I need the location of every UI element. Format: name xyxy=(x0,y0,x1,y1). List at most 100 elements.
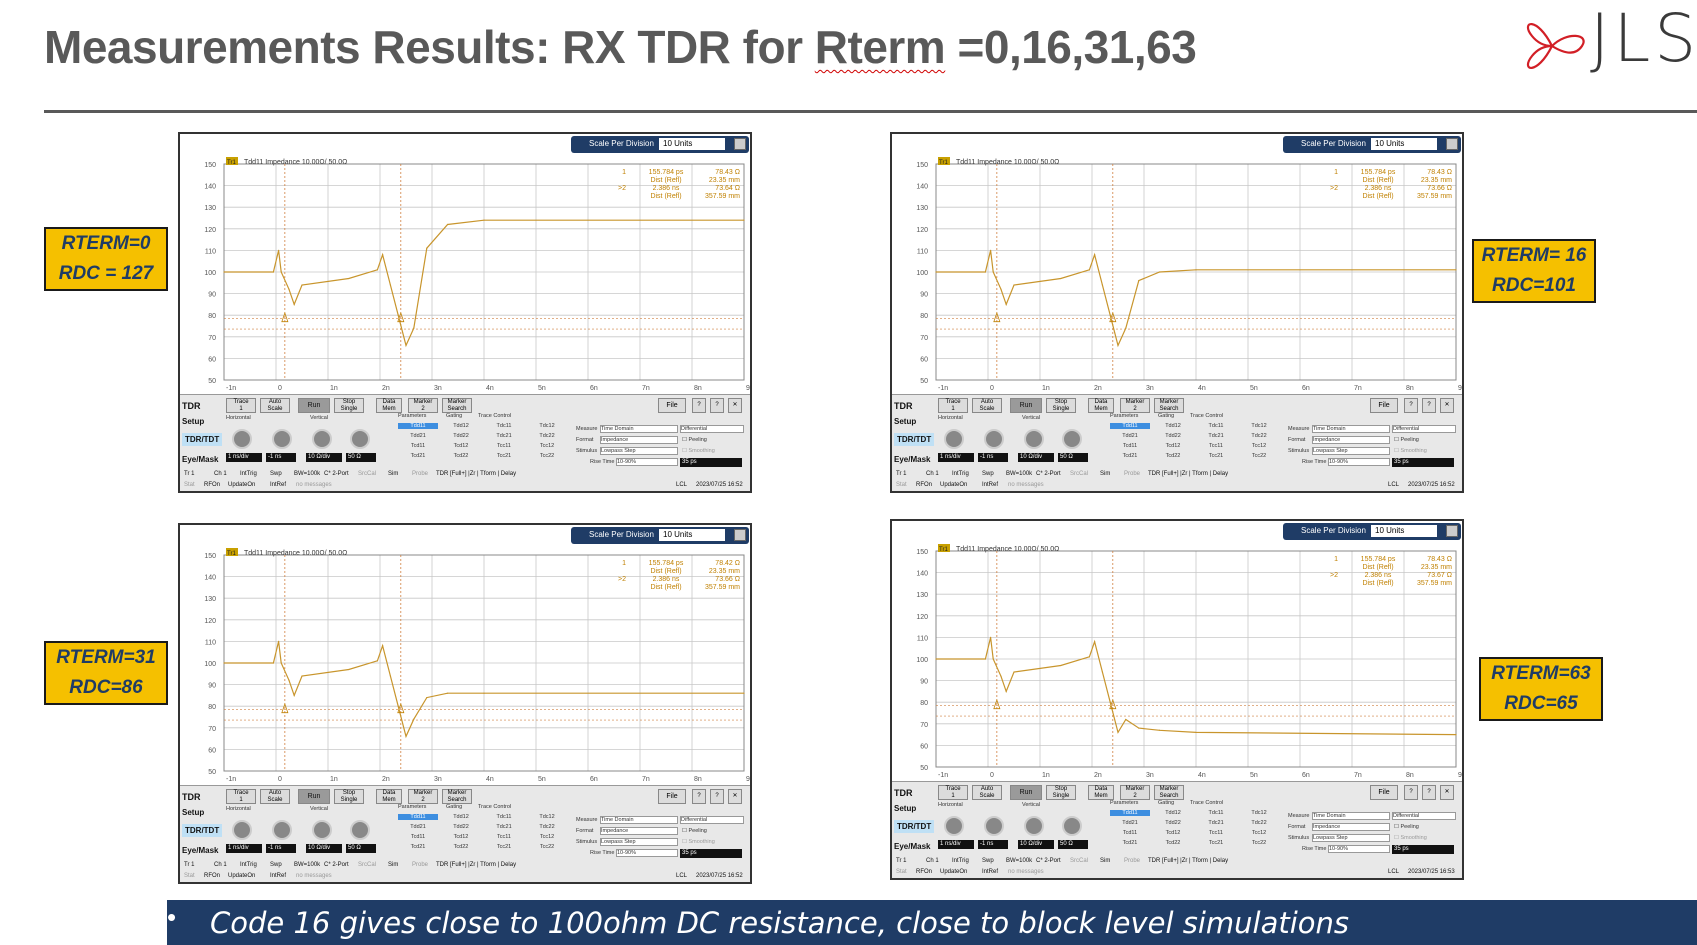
marker-search-button[interactable]: Marker Search xyxy=(1154,785,1184,800)
rise-ps-field[interactable]: 35 ps xyxy=(680,458,742,467)
vertical-offset-field[interactable]: 50 Ω xyxy=(346,453,376,462)
horizontal-scale-field[interactable]: 1 ns/div xyxy=(938,453,974,462)
param-tdd11[interactable]: Tdd11 xyxy=(1110,423,1150,429)
vertical-offset-knob-icon[interactable] xyxy=(350,429,370,449)
differential-select[interactable]: Differential xyxy=(1392,425,1456,433)
trace-button[interactable]: Trace 1 xyxy=(938,398,968,413)
param-tcd12[interactable]: Tcd12 xyxy=(1153,443,1193,449)
data-mem-button[interactable]: Data Mem xyxy=(1088,398,1114,413)
peeling-checkbox[interactable]: ☐ Peeling xyxy=(682,828,707,834)
param-tdc11[interactable]: Tdc11 xyxy=(1196,810,1236,816)
param-tdc21[interactable]: Tdc21 xyxy=(1196,433,1236,439)
param-tcd11[interactable]: Tcd11 xyxy=(1110,443,1150,449)
help-button[interactable]: ? xyxy=(692,789,706,804)
side-eyemask[interactable]: Eye/Mask xyxy=(894,842,930,851)
param-tdc22[interactable]: Tdc22 xyxy=(1239,433,1279,439)
param-tdc21[interactable]: Tdc21 xyxy=(484,824,524,830)
smoothing-checkbox[interactable]: ☐ Smoothing xyxy=(682,448,715,454)
side-tdrtdt[interactable]: TDR/TDT xyxy=(894,820,935,833)
param-tcc11[interactable]: Tcc11 xyxy=(1196,830,1236,836)
param-tdc12[interactable]: Tdc12 xyxy=(527,814,567,820)
horizontal-offset-knob-icon[interactable] xyxy=(272,820,292,840)
side-tdr[interactable]: TDR xyxy=(894,788,913,798)
format-select[interactable]: Impedance xyxy=(600,827,678,835)
close-button[interactable]: ✕ xyxy=(728,789,742,804)
run-button[interactable]: Run xyxy=(298,398,330,413)
stop-single-button[interactable]: Stop Single xyxy=(1046,398,1076,413)
horizontal-offset-field[interactable]: -1 ns xyxy=(266,453,296,462)
marker-search-button[interactable]: Marker Search xyxy=(1154,398,1184,413)
help-button[interactable]: ? xyxy=(1404,398,1418,413)
help-icon-button[interactable]: ? xyxy=(710,789,724,804)
marker-search-button[interactable]: Marker Search xyxy=(442,398,472,413)
param-tcd21[interactable]: Tcd21 xyxy=(398,453,438,459)
vertical-offset-field[interactable]: 50 Ω xyxy=(1058,840,1088,849)
measure-select[interactable]: Time Domain xyxy=(600,816,678,824)
horizontal-scale-field[interactable]: 1 ns/div xyxy=(226,453,262,462)
rise-time-select[interactable]: 10-90% xyxy=(616,849,678,857)
param-tcc12[interactable]: Tcc12 xyxy=(527,443,567,449)
file-button[interactable]: File xyxy=(1370,398,1398,413)
horizontal-scale-field[interactable]: 1 ns/div xyxy=(938,840,974,849)
run-button[interactable]: Run xyxy=(298,789,330,804)
format-select[interactable]: Impedance xyxy=(1312,436,1390,444)
param-tdd12[interactable]: Tdd12 xyxy=(441,423,481,429)
param-tdc12[interactable]: Tdc12 xyxy=(1239,423,1279,429)
vertical-knob-icon[interactable] xyxy=(1024,429,1044,449)
scale-per-division[interactable]: Scale Per Division 10 Units xyxy=(1283,136,1461,153)
format-select[interactable]: Impedance xyxy=(1312,823,1390,831)
param-tcd22[interactable]: Tcd22 xyxy=(1153,453,1193,459)
vertical-scale-field[interactable]: 10 Ω/div xyxy=(1018,840,1054,849)
side-eyemask[interactable]: Eye/Mask xyxy=(894,455,930,464)
vertical-knob-icon[interactable] xyxy=(312,429,332,449)
vertical-scale-field[interactable]: 10 Ω/div xyxy=(306,453,342,462)
param-tcc11[interactable]: Tcc11 xyxy=(1196,443,1236,449)
differential-select[interactable]: Differential xyxy=(680,816,744,824)
param-tcd21[interactable]: Tcd21 xyxy=(1110,453,1150,459)
marker-button[interactable]: Marker 2 xyxy=(1120,398,1150,413)
vertical-offset-field[interactable]: 50 Ω xyxy=(1058,453,1088,462)
auto-scale-button[interactable]: Auto Scale xyxy=(260,789,290,804)
horizontal-offset-field[interactable]: -1 ns xyxy=(978,840,1008,849)
horizontal-offset-field[interactable]: -1 ns xyxy=(978,453,1008,462)
param-tcc11[interactable]: Tcc11 xyxy=(484,443,524,449)
param-tdc22[interactable]: Tdc22 xyxy=(1239,820,1279,826)
marker-button[interactable]: Marker 2 xyxy=(408,789,438,804)
param-tdd11[interactable]: Tdd11 xyxy=(1110,810,1150,816)
side-setup[interactable]: Setup xyxy=(894,417,916,426)
help-icon-button[interactable]: ? xyxy=(1422,785,1436,800)
param-tdd21[interactable]: Tdd21 xyxy=(398,433,438,439)
param-tcc22[interactable]: Tcc22 xyxy=(1239,453,1279,459)
marker-search-button[interactable]: Marker Search xyxy=(442,789,472,804)
param-tdd11[interactable]: Tdd11 xyxy=(398,423,438,429)
keypad-icon[interactable] xyxy=(734,138,746,150)
param-tcc11[interactable]: Tcc11 xyxy=(484,834,524,840)
scale-per-division[interactable]: Scale Per Division 10 Units xyxy=(571,527,749,544)
rise-time-select[interactable]: 10-90% xyxy=(1328,458,1390,466)
param-tcd12[interactable]: Tcd12 xyxy=(441,834,481,840)
help-icon-button[interactable]: ? xyxy=(1422,398,1436,413)
param-tdc12[interactable]: Tdc12 xyxy=(527,423,567,429)
horizontal-offset-knob-icon[interactable] xyxy=(272,429,292,449)
close-button[interactable]: ✕ xyxy=(728,398,742,413)
measure-select[interactable]: Time Domain xyxy=(1312,812,1390,820)
param-tcd21[interactable]: Tcd21 xyxy=(398,844,438,850)
differential-select[interactable]: Differential xyxy=(680,425,744,433)
stop-single-button[interactable]: Stop Single xyxy=(334,398,364,413)
measure-select[interactable]: Time Domain xyxy=(1312,425,1390,433)
param-tcc12[interactable]: Tcc12 xyxy=(1239,830,1279,836)
keypad-icon[interactable] xyxy=(734,529,746,541)
smoothing-checkbox[interactable]: ☐ Smoothing xyxy=(682,839,715,845)
param-tdd21[interactable]: Tdd21 xyxy=(1110,820,1150,826)
auto-scale-button[interactable]: Auto Scale xyxy=(972,398,1002,413)
param-tcd12[interactable]: Tcd12 xyxy=(441,443,481,449)
param-tcc12[interactable]: Tcc12 xyxy=(527,834,567,840)
file-button[interactable]: File xyxy=(658,398,686,413)
data-mem-button[interactable]: Data Mem xyxy=(376,789,402,804)
param-tcd11[interactable]: Tcd11 xyxy=(1110,830,1150,836)
stimulus-select[interactable]: Lowpass Step xyxy=(1312,834,1390,842)
file-button[interactable]: File xyxy=(1370,785,1398,800)
rise-ps-field[interactable]: 35 ps xyxy=(680,849,742,858)
close-button[interactable]: ✕ xyxy=(1440,785,1454,800)
peeling-checkbox[interactable]: ☐ Peeling xyxy=(1394,824,1419,830)
